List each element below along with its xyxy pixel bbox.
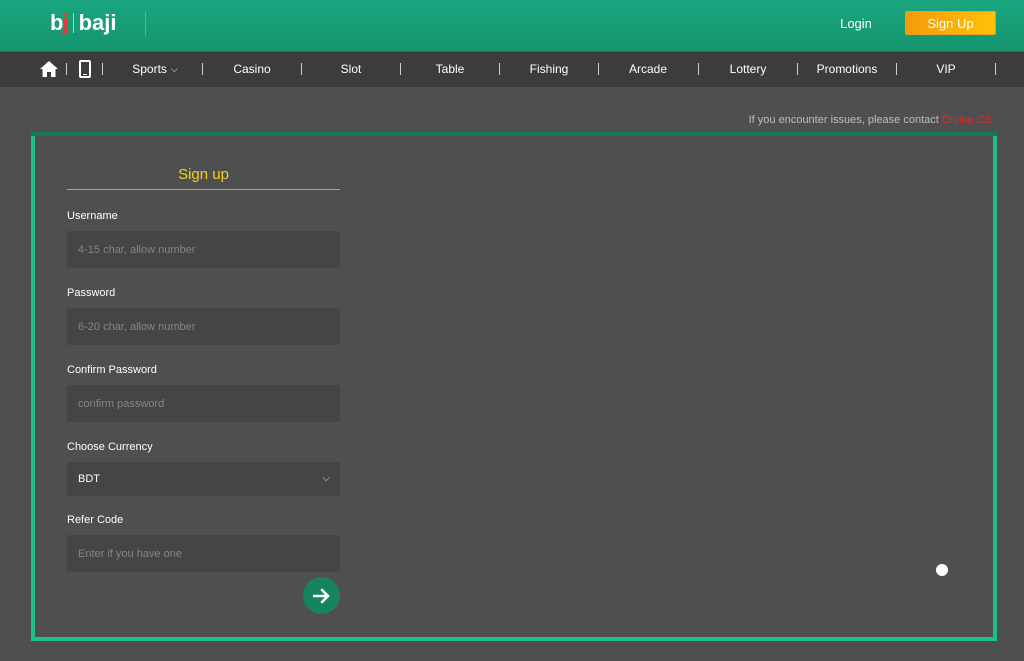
signup-panel-top-border xyxy=(31,132,997,136)
chevron-down-icon: ⌵ xyxy=(170,64,178,74)
arrow-right-icon xyxy=(312,588,329,603)
logo-mark-b: b xyxy=(50,10,63,35)
chevron-down-icon: ⌵ xyxy=(322,473,330,484)
header-divider xyxy=(145,12,146,36)
refer-code-input[interactable] xyxy=(67,535,340,572)
nav-separator xyxy=(995,63,996,75)
username-label: Username xyxy=(67,210,118,222)
nav-separator xyxy=(202,63,203,75)
nav-separator xyxy=(66,63,67,75)
nav-separator xyxy=(102,63,103,75)
logo-text: baji xyxy=(78,10,117,35)
floating-assistive-dot[interactable] xyxy=(936,564,948,576)
confirm-password-input[interactable] xyxy=(67,385,340,422)
baji-logo[interactable]: bj baji xyxy=(50,9,116,37)
logo-mark: bj xyxy=(50,10,69,36)
nav-separator xyxy=(598,63,599,75)
nav-item-sports[interactable]: Sports ⌵ xyxy=(120,52,190,87)
password-label: Password xyxy=(67,287,116,299)
currency-select[interactable]: BDT ⌵ xyxy=(67,462,340,496)
mobile-app-icon[interactable] xyxy=(79,60,91,78)
logo-mark-j: j xyxy=(62,10,68,35)
logo-separator xyxy=(72,13,74,33)
nav-item-vip[interactable]: VIP xyxy=(911,52,981,87)
login-button[interactable]: Login xyxy=(830,14,882,34)
nav-separator xyxy=(797,63,798,75)
nav-item-promotions[interactable]: Promotions xyxy=(807,52,887,87)
top-header: bj baji Login Sign Up xyxy=(0,0,1024,51)
nav-item-label: Sports xyxy=(132,62,167,76)
nav-item-lottery[interactable]: Lottery xyxy=(713,52,783,87)
nav-separator xyxy=(896,63,897,75)
confirm-password-label: Confirm Password xyxy=(67,364,157,376)
username-input[interactable] xyxy=(67,231,340,268)
nav-item-fishing[interactable]: Fishing xyxy=(514,52,584,87)
signup-button[interactable]: Sign Up xyxy=(905,11,996,35)
online-cs-link[interactable]: Online CS xyxy=(942,114,992,126)
nav-separator xyxy=(499,63,500,75)
currency-value: BDT xyxy=(78,473,100,485)
nav-item-slot[interactable]: Slot xyxy=(316,52,386,87)
nav-separator xyxy=(698,63,699,75)
nav-separator xyxy=(301,63,302,75)
nav-separator xyxy=(400,63,401,75)
submit-button[interactable] xyxy=(303,577,340,614)
form-title: Sign up xyxy=(67,160,340,190)
nav-item-table[interactable]: Table xyxy=(415,52,485,87)
main-nav: Sports ⌵ Casino Slot Table Fishing Arcade… xyxy=(0,51,1024,87)
home-icon[interactable] xyxy=(40,61,58,77)
nav-item-casino[interactable]: Casino xyxy=(217,52,287,87)
nav-item-arcade[interactable]: Arcade xyxy=(613,52,683,87)
notice-text: If you encounter issues, please contact xyxy=(748,114,942,126)
password-input[interactable] xyxy=(67,308,340,345)
signup-form: Sign up Username Password Confirm Passwo… xyxy=(67,160,340,572)
support-notice: If you encounter issues, please contact … xyxy=(749,114,992,126)
currency-label: Choose Currency xyxy=(67,441,153,453)
refer-code-label: Refer Code xyxy=(67,514,124,526)
